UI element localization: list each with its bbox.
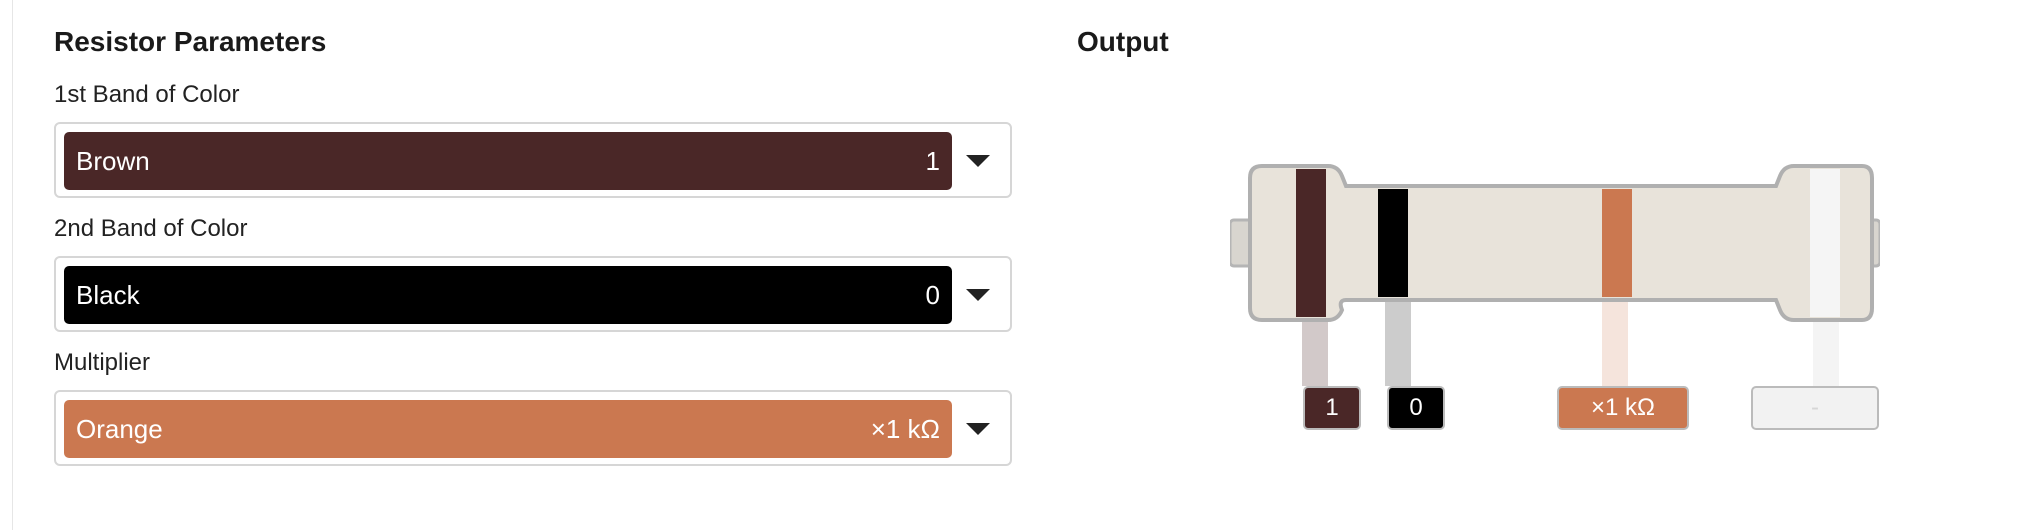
band2-label: 2nd Band of Color xyxy=(54,215,248,242)
multiplier-connector xyxy=(1602,302,1628,386)
band2-stripe xyxy=(1378,189,1408,297)
band1-stripe xyxy=(1296,169,1326,317)
multiplier-selected-color: Orange ×1 kΩ xyxy=(64,400,952,458)
multiplier-select[interactable]: Orange ×1 kΩ xyxy=(54,390,1012,466)
band1-connector xyxy=(1302,322,1328,386)
multiplier-tag: ×1 kΩ xyxy=(1557,386,1689,430)
resistor-body xyxy=(1248,164,1874,322)
chevron-down-icon[interactable] xyxy=(966,423,990,435)
band2-value: 0 xyxy=(925,279,940,310)
band1-tag: 1 xyxy=(1303,386,1361,430)
band2-color-name: Black xyxy=(76,279,140,310)
multiplier-stripe xyxy=(1602,189,1632,297)
band1-color-name: Brown xyxy=(76,145,150,176)
section-title: Resistor Parameters xyxy=(54,26,327,57)
resistor-parameters-panel: Resistor Parameters 1st Band of Color Br… xyxy=(54,20,1014,466)
left-divider xyxy=(12,0,13,530)
band1-selected-color: Brown 1 xyxy=(64,132,952,190)
tolerance-tag: - xyxy=(1751,386,1879,430)
tolerance-connector xyxy=(1813,322,1839,386)
band2-select[interactable]: Black 0 xyxy=(54,256,1012,332)
multiplier-label: Multiplier xyxy=(54,349,151,376)
chevron-down-icon[interactable] xyxy=(966,289,990,301)
band1-select[interactable]: Brown 1 xyxy=(54,122,1012,198)
tolerance-stripe xyxy=(1810,169,1840,317)
output-title: Output xyxy=(1077,26,1169,57)
band1-value: 1 xyxy=(925,145,940,176)
band2-tag: 0 xyxy=(1387,386,1445,430)
multiplier-color-name: Orange xyxy=(76,413,163,444)
band1-label: 1st Band of Color xyxy=(54,81,240,108)
chevron-down-icon[interactable] xyxy=(966,155,990,167)
resistor-diagram: 1 0 ×1 kΩ - xyxy=(1228,150,1882,450)
multiplier-value: ×1 kΩ xyxy=(870,413,940,444)
band2-connector xyxy=(1385,302,1411,386)
band2-selected-color: Black 0 xyxy=(64,266,952,324)
